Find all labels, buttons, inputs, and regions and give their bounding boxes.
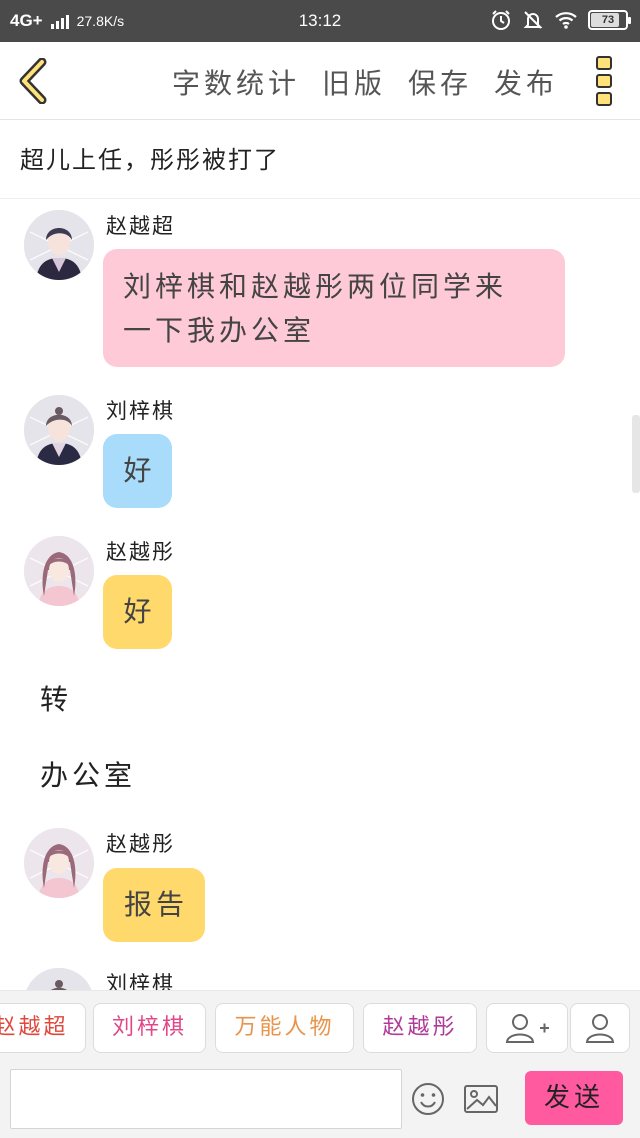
- message-text: 报告: [123, 888, 188, 921]
- user-icon: [585, 1014, 615, 1043]
- mute-bell-icon: [523, 11, 543, 29]
- add-user-icon: [505, 1014, 549, 1043]
- battery-icon: 73: [588, 10, 631, 30]
- message-text-line: 刘梓棋和赵越彤两位同学来: [123, 270, 508, 303]
- composer-panel: 赵越超 刘梓棋 万能人物 赵越彤 发送: [0, 990, 640, 1138]
- image-button[interactable]: [462, 1081, 500, 1117]
- speaker-name: 赵越彤: [106, 832, 175, 856]
- avatar[interactable]: [24, 536, 94, 606]
- save-button[interactable]: 保存: [408, 62, 472, 102]
- role-chip[interactable]: 赵越超: [0, 1003, 86, 1053]
- message-text: 好: [123, 454, 156, 487]
- divider: [0, 198, 640, 199]
- avatar[interactable]: [24, 828, 94, 898]
- role-chip[interactable]: 刘梓棋: [93, 1003, 206, 1053]
- message-bubble[interactable]: 好: [103, 575, 172, 649]
- message-bubble[interactable]: 刘梓棋和赵越彤两位同学来 一下我办公室: [103, 249, 565, 367]
- message-input[interactable]: [10, 1069, 402, 1129]
- narration-text[interactable]: 转: [40, 678, 72, 718]
- narration-text[interactable]: 办公室: [40, 754, 136, 794]
- role-name: 万能人物: [234, 1015, 335, 1040]
- avatar[interactable]: [24, 395, 94, 465]
- add-role-button[interactable]: [486, 1003, 568, 1053]
- battery-level: 73: [601, 14, 615, 26]
- toolbar-actions: 字数统计 旧版 保存 发布: [172, 62, 558, 102]
- more-dot-icon: [596, 92, 612, 106]
- role-name: 赵越彤: [382, 1015, 458, 1040]
- male-avatar-icon: [24, 210, 94, 280]
- more-menu-button[interactable]: [596, 56, 616, 106]
- send-button[interactable]: 发送: [525, 1071, 623, 1125]
- emoji-button[interactable]: [410, 1081, 446, 1117]
- female-avatar-icon: [24, 536, 94, 606]
- speaker-name: 赵越超: [106, 214, 175, 238]
- status-right: 73: [490, 9, 631, 31]
- chevron-left-icon: [19, 57, 47, 105]
- message-text-line: 一下我办公室: [123, 314, 316, 347]
- female-avatar-icon: [24, 828, 94, 898]
- avatar[interactable]: [24, 210, 94, 280]
- speaker-name: 赵越彤: [106, 540, 175, 564]
- old-version-button[interactable]: 旧版: [322, 62, 386, 102]
- role-name: 刘梓棋: [111, 1015, 187, 1040]
- chapter-title[interactable]: 超儿上任，彤彤被打了: [20, 140, 280, 175]
- message-bubble[interactable]: 报告: [103, 868, 205, 942]
- message-bubble[interactable]: 好: [103, 434, 172, 508]
- scrollbar[interactable]: [632, 415, 640, 493]
- message-text: 好: [123, 595, 156, 628]
- editor-toolbar: 字数统计 旧版 保存 发布: [0, 42, 640, 120]
- back-button[interactable]: [14, 57, 54, 105]
- alarm-icon: [492, 10, 510, 30]
- role-chip[interactable]: 万能人物: [215, 1003, 354, 1053]
- more-dot-icon: [596, 56, 612, 70]
- smiley-icon: [412, 1083, 444, 1115]
- more-dot-icon: [596, 74, 612, 88]
- male-avatar-icon: [24, 395, 94, 465]
- word-count-button[interactable]: 字数统计: [172, 62, 300, 102]
- wifi-icon: [555, 12, 577, 29]
- role-name: 赵越超: [0, 1015, 69, 1040]
- publish-button[interactable]: 发布: [494, 62, 558, 102]
- status-bar: 4G+ 27.8K/s 13:12 73: [0, 0, 640, 42]
- speaker-name: 刘梓棋: [106, 399, 175, 423]
- role-chip[interactable]: 赵越彤: [363, 1003, 477, 1053]
- image-icon: [464, 1085, 498, 1113]
- role-manage-button[interactable]: [570, 1003, 630, 1053]
